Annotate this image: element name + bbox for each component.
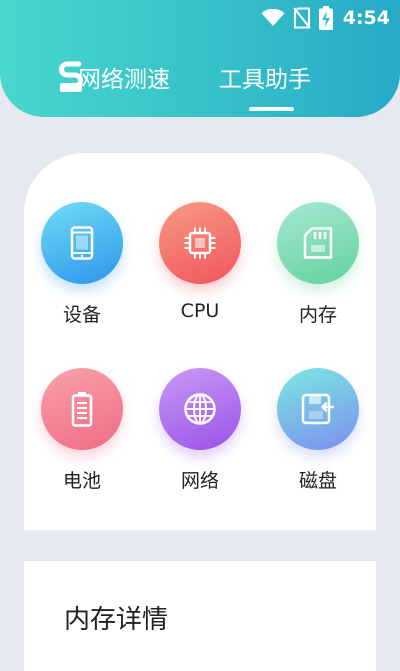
tab-tool-assistant[interactable]: 工具助手 [219,60,311,94]
tool-disk[interactable]: 磁盘 [268,368,368,493]
active-tab-indicator [249,107,294,111]
tool-memory[interactable]: 内存 [268,202,368,327]
disk-icon-circle [277,368,359,450]
memory-detail-title: 内存详情 [64,605,169,635]
tool-device[interactable]: 设备 [32,202,132,327]
battery-icon-circle [41,368,123,450]
status-bar: 4:54 [261,6,390,30]
battery-icon [71,392,93,427]
memory-icon-circle [277,202,359,284]
tool-battery[interactable]: 电池 [32,368,132,493]
tools-grid-card: 设备 CPU 内存 电池 网络 磁盘 [24,153,376,530]
tool-label-network: 网络 [180,470,219,492]
device-icon-circle [41,202,123,284]
no-sim-icon [292,7,311,29]
tool-label-device: 设备 [62,304,101,326]
tool-label-battery: 电池 [62,470,101,492]
cpu-icon-circle [159,202,241,284]
tool-cpu[interactable]: CPU [150,202,250,322]
globe-icon [184,393,216,425]
battery-charging-icon [318,6,333,30]
tab-network-speed[interactable]: 网络测速 [78,60,170,94]
header: 4:54 网络测速 工具助手 [0,0,400,117]
tool-network[interactable]: 网络 [150,368,250,493]
memory-detail-card: 内存详情 [24,561,376,671]
network-icon-circle [159,368,241,450]
phone-icon [70,226,94,260]
cpu-chip-icon [184,227,216,259]
wifi-icon [261,9,285,26]
tool-label-memory: 内存 [298,304,337,326]
tool-label-disk: 磁盘 [298,470,337,492]
tool-label-cpu: CPU [180,300,220,322]
status-time: 4:54 [342,7,390,29]
disk-icon [301,393,335,425]
memory-card-icon [303,227,333,259]
